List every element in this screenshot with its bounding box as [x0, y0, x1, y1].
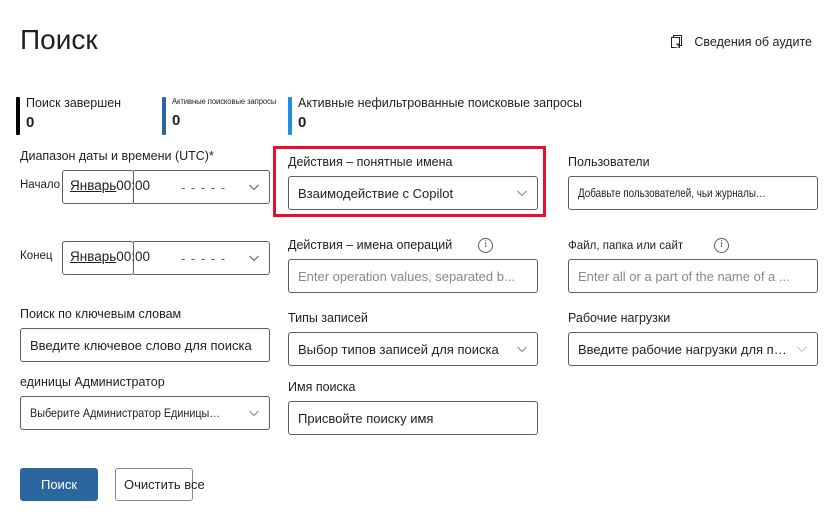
form-action-buttons: Поиск Очистить все — [20, 468, 205, 501]
file-folder-site-input[interactable]: Enter all or a part of the name of a ... — [568, 259, 818, 293]
admin-units-placeholder: Выберите Администратор Единицы в. — [30, 406, 221, 420]
clear-all-button-label: Очистить все — [124, 477, 205, 492]
label-admin-units: единицы Администратор — [20, 375, 165, 389]
keyword-search-placeholder: Введите ключевое слово для поиска — [30, 337, 252, 353]
date-range-start-time-value: - - - - - — [181, 179, 227, 195]
field-admin-units: единицы Администратор Выберите Администр… — [20, 374, 270, 430]
keyword-search-input[interactable]: Введите ключевое слово для поиска — [20, 328, 270, 362]
label-workloads: Рабочие нагрузки — [568, 311, 671, 325]
audit-details-link[interactable]: Сведения об аудите — [669, 32, 812, 52]
copy-pages-icon — [669, 34, 685, 50]
date-range-start-date-input[interactable]: Январь00:00 — [62, 170, 150, 204]
page-title: Поиск — [20, 24, 98, 55]
workloads-placeholder: Введите рабочие нагрузки для поиска — [578, 341, 790, 357]
label-date-range-text: Диапазон даты и времени (UTC) — [20, 149, 209, 163]
activities-operation-names-placeholder: Enter operation values, separated b... — [298, 268, 515, 284]
chevron-down-icon — [516, 343, 528, 355]
field-activities-friendly-names: Действия – понятные имена Взаимодействие… — [288, 154, 538, 210]
date-range-end-date-value: Январь00:00 — [70, 249, 150, 264]
label-row-file-folder-site: Файл, папка или сайт i — [568, 236, 818, 254]
stat-label-search-completed: Поиск завершен — [26, 96, 122, 110]
file-folder-site-placeholder: Enter all or a part of the name of a ... — [578, 268, 790, 284]
search-button[interactable]: Поиск — [20, 468, 98, 501]
date-range-start-time-digits: 00:00 — [116, 178, 151, 193]
field-keyword-search: Поиск по ключевым словам Введите ключево… — [20, 306, 270, 362]
activities-friendly-names-value: Взаимодействие с Copilot — [298, 185, 454, 201]
date-range-start-time-dropdown[interactable]: - - - - - — [132, 170, 270, 204]
chevron-down-icon — [248, 407, 260, 419]
search-name-placeholder: Присвойте поиску имя — [298, 410, 434, 426]
date-range-end-time-dropdown[interactable]: - - - - - — [132, 241, 270, 275]
stat-card-active-searches: Активные поисковые запросы 0 — [162, 96, 281, 138]
stat-bar-active-searches — [162, 97, 166, 135]
info-circle-icon[interactable]: i — [478, 237, 494, 253]
stat-bar-search-completed — [16, 97, 20, 135]
stat-bar-active-unfiltered-searches — [288, 97, 292, 135]
label-file-folder-site: Файл, папка или сайт — [568, 237, 684, 252]
stat-label-active-unfiltered-searches: Активные нефильтрованные поисковые запро… — [298, 96, 583, 110]
date-range-end-time-value: - - - - - — [181, 250, 227, 266]
field-file-folder-site: Файл, папка или сайт i Enter all or a pa… — [568, 236, 818, 293]
date-range-end-date-input[interactable]: Январь00:00 — [62, 241, 150, 275]
info-circle-icon[interactable]: i — [713, 237, 729, 253]
audit-details-label: Сведения об аудите — [694, 35, 812, 49]
field-workloads: Рабочие нагрузки Введите рабочие нагрузк… — [568, 310, 818, 366]
label-keyword-search: Поиск по ключевым словам — [20, 307, 182, 321]
users-placeholder: Добавьте пользователей, чьи журналы ауди… — [578, 186, 767, 200]
field-date-range: Диапазон даты и времени (UTC)* Начало Ян… — [20, 148, 270, 275]
label-users: Пользователи — [568, 155, 650, 169]
stats-strip: Поиск завершен 0 Активные поисковые запр… — [0, 96, 832, 138]
label-search-name: Имя поиска — [288, 380, 356, 394]
admin-units-dropdown[interactable]: Выберите Администратор Единицы в. — [20, 396, 270, 430]
field-activities-operation-names: Действия – имена операций i Enter operat… — [288, 236, 538, 293]
date-range-end-row: Конец Январь00:00 - - - - - — [20, 241, 270, 275]
label-date-range-required: * — [208, 149, 214, 163]
page-header: Поиск Сведения об аудите — [0, 0, 832, 84]
date-range-start-label: Начало — [20, 179, 61, 191]
stat-label-active-searches: Активные поисковые запросы — [172, 97, 277, 106]
chevron-down-icon — [248, 181, 260, 193]
stat-card-search-completed: Поиск завершен 0 — [16, 96, 121, 138]
clear-all-button[interactable]: Очистить все — [115, 468, 205, 501]
date-range-start-date-value: Январь00:00 — [70, 178, 150, 193]
chevron-down-icon — [516, 187, 528, 199]
search-name-input[interactable]: Присвойте поиску имя — [288, 401, 538, 435]
label-activities-friendly-names: Действия – понятные имена — [288, 155, 453, 169]
date-range-start-month: Январь — [70, 178, 117, 193]
chevron-down-icon — [248, 252, 260, 264]
search-form: Диапазон даты и времени (UTC)* Начало Ян… — [0, 148, 832, 522]
workloads-dropdown[interactable]: Введите рабочие нагрузки для поиска — [568, 332, 818, 366]
date-range-end-time-digits: 00:00 — [116, 249, 151, 264]
stat-value-search-completed: 0 — [26, 114, 35, 131]
activities-operation-names-input[interactable]: Enter operation values, separated b... — [288, 259, 538, 293]
record-types-placeholder: Выбор типов записей для поиска — [298, 341, 499, 357]
label-row-activities-operation-names: Действия – имена операций i — [288, 236, 538, 254]
chevron-down-icon — [796, 343, 808, 355]
date-range-end-label: Конец — [20, 250, 53, 262]
label-record-types: Типы записей — [288, 311, 368, 325]
field-record-types: Типы записей Выбор типов записей для пои… — [288, 310, 538, 366]
activities-friendly-names-dropdown[interactable]: Взаимодействие с Copilot — [288, 176, 538, 210]
users-input[interactable]: Добавьте пользователей, чьи журналы ауди… — [568, 176, 818, 210]
stat-value-active-unfiltered-searches: 0 — [298, 114, 307, 131]
date-range-start-row: Начало Январь00:00 - - - - - — [20, 170, 270, 204]
field-search-name: Имя поиска Присвойте поиску имя — [288, 379, 538, 435]
stat-card-active-unfiltered-searches: Активные нефильтрованные поисковые запро… — [288, 96, 582, 138]
field-users: Пользователи Добавьте пользователей, чьи… — [568, 154, 818, 210]
date-range-end-month: Январь — [70, 249, 117, 264]
label-activities-operation-names: Действия – имена операций — [288, 237, 453, 252]
stat-value-active-searches: 0 — [172, 112, 181, 129]
record-types-dropdown[interactable]: Выбор типов записей для поиска — [288, 332, 538, 366]
label-date-range: Диапазон даты и времени (UTC)* — [20, 148, 270, 165]
